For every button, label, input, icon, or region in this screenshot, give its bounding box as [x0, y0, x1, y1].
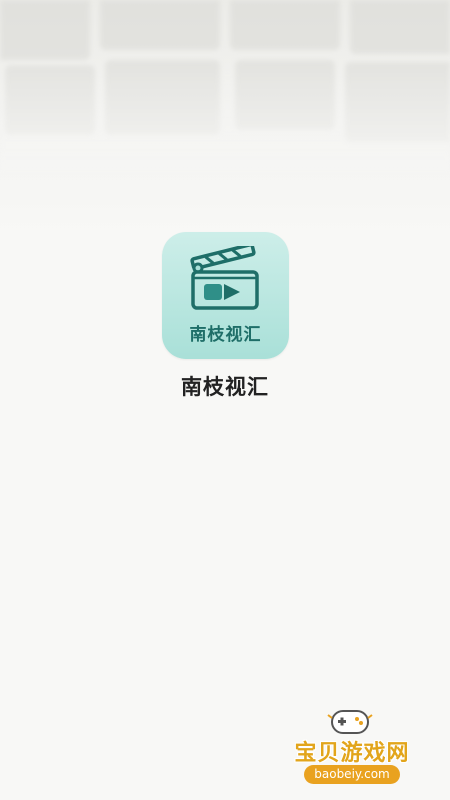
- app-name: 南枝视汇: [181, 375, 269, 399]
- background-collage: [0, 0, 450, 170]
- gamepad-icon: [327, 710, 373, 734]
- watermark-title: 宝贝游戏网: [294, 741, 410, 766]
- splash-screen: 南枝视汇 南枝视汇 宝贝游戏网 baobeiy.com: [0, 0, 450, 800]
- clapperboard-play-icon: [190, 246, 259, 310]
- icon-label: 南枝视汇: [189, 325, 262, 345]
- watermark: 宝贝游戏网 baobeiy.com: [282, 705, 422, 790]
- watermark-url: baobeiy.com: [304, 765, 400, 784]
- app-icon: 南枝视汇: [162, 232, 289, 359]
